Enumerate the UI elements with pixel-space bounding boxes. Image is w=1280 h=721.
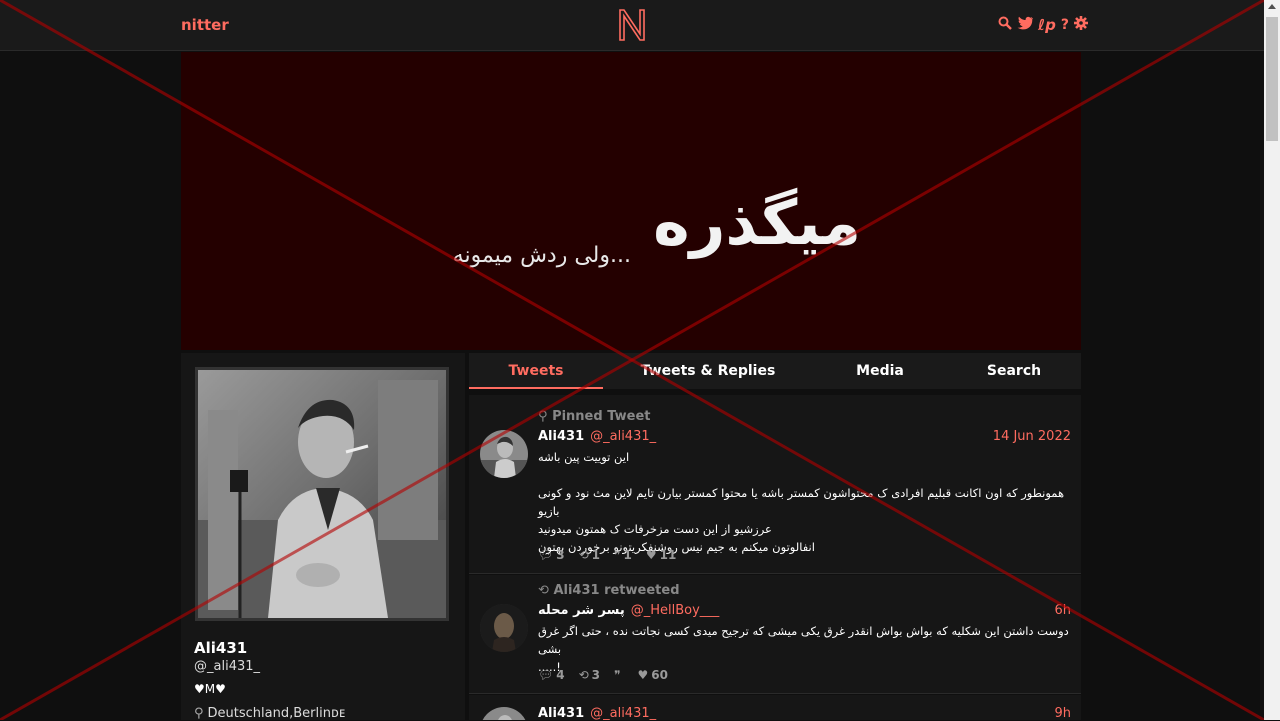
banner-main-text: میگذره — [653, 186, 861, 259]
profile-location-text: Deutschland,Berlinᴅᴇ — [207, 706, 346, 721]
tweet-line — [538, 466, 1070, 484]
tab-search[interactable]: Search — [961, 353, 1067, 389]
navbar: nitter ℓp ? — [0, 0, 1264, 51]
tweet-stats: 💬︎ 3 ⟲ 1 ❞ 1 ♥ 11 — [538, 548, 676, 562]
pin-icon: ⚲ — [538, 409, 548, 424]
like-stat[interactable]: ♥ 60 — [637, 668, 667, 682]
tweet-line: این توییت پین باشه — [538, 450, 630, 464]
pinned-indicator: ⚲ Pinned Tweet — [538, 409, 651, 424]
tweet-author: Ali431 @_ali431_ — [538, 429, 656, 444]
tab-media[interactable]: Media — [815, 353, 945, 389]
profile-username[interactable]: @_ali431_ — [194, 659, 260, 674]
heart-icon: ♥ — [637, 668, 649, 682]
settings-icon[interactable] — [1073, 16, 1088, 34]
quote-stat[interactable]: ❞ 1 — [614, 548, 632, 562]
avatar[interactable] — [480, 707, 528, 720]
nav-icons: ℓp ? — [998, 16, 1088, 34]
tweet-username[interactable]: @_ali431_ — [590, 429, 656, 444]
nitter-logo-icon — [619, 9, 645, 41]
profile-card: Ali431 @_ali431_ ♥M♥ ⚲ Deutschland,Berlin… — [181, 353, 465, 721]
comment-icon: 💬︎ — [538, 668, 554, 682]
tweet-username[interactable]: @_HellBoy___ — [631, 603, 720, 618]
tweet-fullname[interactable]: Ali431 — [538, 706, 584, 720]
profile-avatar[interactable] — [195, 367, 449, 621]
retweeted-label: Ali431 retweeted — [553, 583, 680, 598]
timeline-tabs: Tweets Tweets & Replies Media Search — [469, 353, 1081, 389]
scroll-up-arrow-icon[interactable] — [1268, 4, 1276, 9]
tweet-username[interactable]: @_ali431_ — [590, 706, 656, 720]
retweet-icon: ⟲ — [578, 668, 589, 682]
tweet-date[interactable]: 6h — [1054, 603, 1071, 618]
timeline: ⚲ Pinned Tweet Ali431 @_ali431_ 14 Jun 20… — [469, 395, 1081, 720]
tweet-date[interactable]: 14 Jun 2022 — [993, 429, 1071, 444]
banner-art: میگذره ولی ردش میمونه... — [453, 186, 861, 268]
page-scrollbar[interactable] — [1264, 0, 1280, 720]
avatar[interactable] — [480, 430, 528, 478]
retweet-stat[interactable]: ⟲ 1 — [579, 548, 600, 562]
tweet-author: پسر شر محله @_HellBoy___ — [538, 603, 719, 618]
retweet-indicator: ⟲ Ali431 retweeted — [538, 583, 680, 598]
banner-sub-text: ولی ردش میمونه... — [453, 243, 631, 268]
location-pin-icon: ⚲ — [194, 706, 204, 721]
tweet-author: Ali431 @_ali431_ — [538, 706, 656, 720]
tweet-line: عرزشیو از این دست مزخرفات ک همتون میدونی… — [538, 522, 772, 536]
reply-stat[interactable]: 💬︎ 4 — [538, 668, 565, 682]
quote-icon: ❞ — [614, 668, 621, 682]
profile-photo — [198, 370, 446, 618]
quote-stat[interactable]: ❞ — [614, 668, 623, 682]
tweet-line: همونطور که اون اکانت قبلیم افرادی ک محتو… — [538, 486, 1065, 518]
heart-icon: ♥ — [645, 548, 657, 562]
timeline-item[interactable]: ⚲ Pinned Tweet Ali431 @_ali431_ 14 Jun 20… — [469, 395, 1081, 574]
help-icon[interactable]: ? — [1061, 17, 1069, 33]
tab-tweets[interactable]: Tweets — [469, 353, 603, 389]
twitter-icon[interactable] — [1017, 16, 1033, 34]
quote-icon: ❞ — [614, 548, 621, 562]
tweet-date[interactable]: 9h — [1054, 706, 1071, 720]
profile-fullname[interactable]: Ali431 — [194, 639, 247, 657]
brand-link[interactable]: nitter — [181, 16, 229, 34]
comment-icon: 💬︎ — [538, 548, 554, 562]
rss-icon[interactable]: ℓp — [1038, 16, 1056, 34]
timeline-item[interactable]: ⟲ Ali431 retweeted پسر شر محله @_HellBoy_… — [469, 575, 1081, 694]
retweet-icon: ⟲ — [578, 548, 589, 562]
like-stat[interactable]: ♥ 11 — [646, 548, 676, 562]
pinned-label: Pinned Tweet — [552, 409, 651, 424]
tweet-fullname[interactable]: پسر شر محله — [538, 603, 625, 618]
timeline-item[interactable]: Ali431 @_ali431_ 9h — [469, 695, 1081, 720]
scrollbar-thumb[interactable] — [1266, 17, 1278, 141]
search-icon[interactable] — [998, 16, 1012, 34]
profile-banner[interactable]: میگذره ولی ردش میمونه... — [181, 52, 1081, 350]
tweet-stats: 💬︎ 4 ⟲ 3 ❞ ♥ 60 — [538, 668, 668, 682]
profile-bio: ♥M♥ — [194, 682, 226, 696]
retweet-stat[interactable]: ⟲ 3 — [579, 668, 600, 682]
tweet-fullname[interactable]: Ali431 — [538, 429, 584, 444]
tab-tweets-replies[interactable]: Tweets & Replies — [623, 353, 793, 389]
avatar[interactable] — [480, 604, 528, 652]
reply-stat[interactable]: 💬︎ 3 — [538, 548, 565, 562]
retweet-header-icon: ⟲ — [538, 583, 549, 598]
tweet-content: این توییت پین باشه همونطور که اون اکانت … — [538, 448, 1070, 556]
nitter-logo[interactable] — [618, 8, 646, 46]
profile-location: ⚲ Deutschland,Berlinᴅᴇ — [194, 706, 345, 721]
tweet-line: دوست داشتن این شکلیه که بواش بواش انقدر … — [538, 624, 1069, 656]
